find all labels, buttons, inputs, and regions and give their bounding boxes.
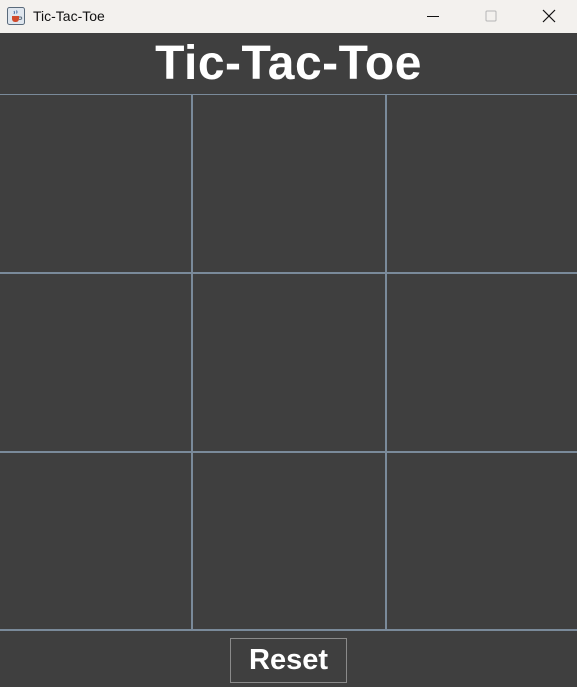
minimize-icon xyxy=(427,16,439,17)
board-cell-1-2[interactable] xyxy=(387,274,577,453)
reset-button[interactable]: Reset xyxy=(230,637,347,683)
board-cell-1-1[interactable] xyxy=(193,274,387,453)
board-cell-2-2[interactable] xyxy=(387,453,577,631)
game-title: Tic-Tac-Toe xyxy=(155,37,422,90)
board-cell-0-2[interactable] xyxy=(387,95,577,274)
board-cell-2-0[interactable] xyxy=(0,453,193,631)
header-panel: Tic-Tac-Toe xyxy=(0,33,577,95)
window-titlebar[interactable]: Tic-Tac-Toe xyxy=(0,0,577,33)
maximize-button[interactable] xyxy=(468,0,514,32)
board-cell-2-1[interactable] xyxy=(193,453,387,631)
minimize-button[interactable] xyxy=(410,0,456,32)
window-title: Tic-Tac-Toe xyxy=(33,8,105,24)
footer-panel: Reset xyxy=(0,631,577,687)
board-cell-0-0[interactable] xyxy=(0,95,193,274)
close-icon xyxy=(542,9,556,23)
board-cell-1-0[interactable] xyxy=(0,274,193,453)
app-window: Tic-Tac-Toe Tic-Tac-Toe Reset xyxy=(0,0,577,687)
game-board xyxy=(0,94,577,631)
board-cell-0-1[interactable] xyxy=(193,95,387,274)
java-coffee-cup-icon xyxy=(7,7,25,25)
close-button[interactable] xyxy=(526,0,572,32)
maximize-icon xyxy=(485,10,497,22)
